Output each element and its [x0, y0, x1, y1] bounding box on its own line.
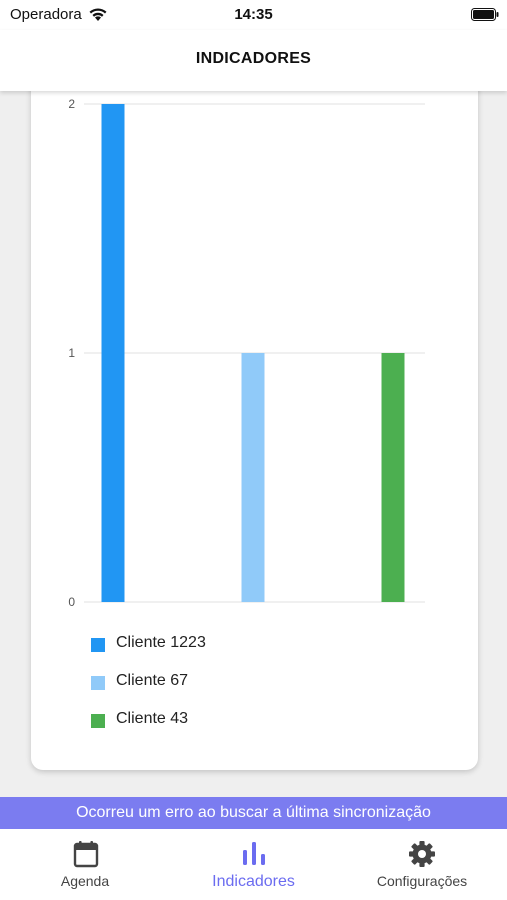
bar-cliente-67[interactable]: [241, 353, 265, 602]
y-tick-label: 1: [68, 346, 75, 360]
clock: 14:35: [234, 6, 273, 23]
legend-label: Cliente 43: [116, 710, 189, 727]
legend-swatch: [91, 714, 105, 728]
bar-cliente-1223[interactable]: [101, 104, 125, 602]
indicators-card: 0 1 2 Cliente 1223 Cliente 67 Cliente 43: [31, 70, 478, 770]
legend-swatch: [91, 638, 105, 652]
calendar-icon: [73, 841, 99, 868]
tab-configuracoes-label: Configurações: [376, 873, 468, 889]
tab-agenda-label: Agenda: [60, 873, 110, 889]
gear-icon: [409, 841, 435, 867]
status-bar: Operadora 14:35: [0, 0, 507, 30]
sync-error-message: Ocorreu um erro ao buscar a última sincr…: [76, 804, 431, 821]
sync-error-banner: Ocorreu um erro ao buscar a última sincr…: [0, 797, 507, 829]
nav-header: INDICADORES: [0, 30, 507, 91]
legend-swatch: [91, 676, 105, 690]
tab-configuracoes[interactable]: Configurações: [366, 829, 478, 900]
y-tick-label: 0: [68, 595, 75, 609]
bar-cliente-43[interactable]: [381, 353, 405, 602]
bar-chart: 0 1 2: [68, 97, 425, 609]
battery-icon: [471, 8, 499, 21]
legend-label: Cliente 67: [116, 672, 189, 689]
y-tick-label: 2: [68, 97, 75, 111]
tab-agenda[interactable]: Agenda: [34, 829, 136, 900]
legend-label: Cliente 1223: [116, 634, 206, 651]
page-title: INDICADORES: [195, 50, 312, 67]
tab-indicadores-label: Indicadores: [212, 873, 295, 890]
tab-bar: Agenda Indicadores Configurações: [0, 829, 507, 900]
bar-chart-icon: [243, 842, 265, 865]
tab-indicadores[interactable]: Indicadores: [193, 829, 314, 900]
